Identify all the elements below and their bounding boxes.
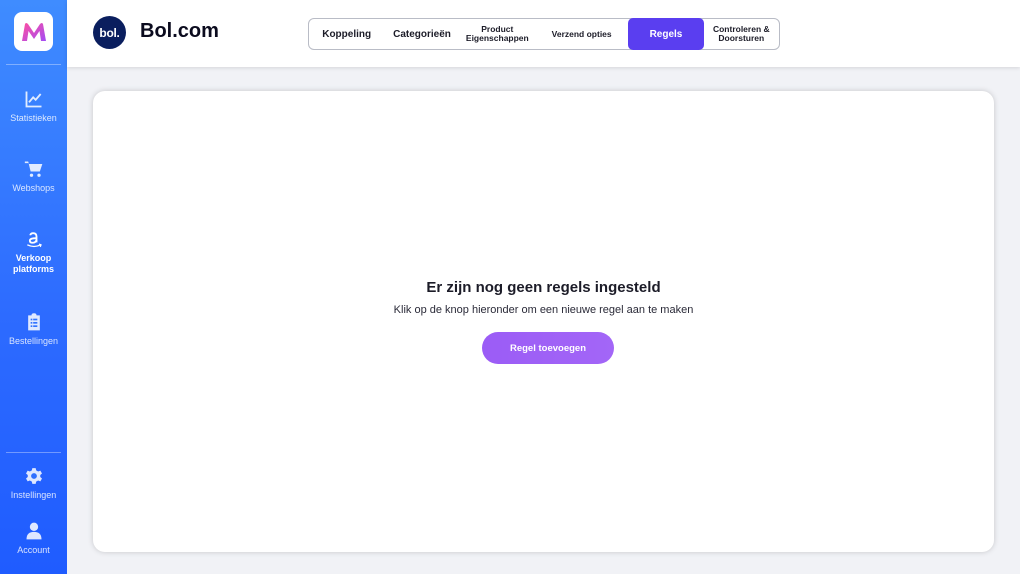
cart-icon — [23, 158, 45, 180]
tab-controleren-doorsturen[interactable]: Controleren & Doorsturen — [704, 19, 779, 49]
sidebar-item-label: Statistieken — [10, 113, 57, 123]
top-header: bol. Bol.com Koppeling Categorieën Produ… — [67, 0, 1020, 67]
sidebar-item-account[interactable]: Account — [0, 520, 67, 556]
tab-product-eigenschappen[interactable]: Product Eigenschappen — [460, 19, 535, 49]
sidebar-item-bestellingen[interactable]: Bestellingen — [0, 311, 67, 347]
tab-verzend-opties[interactable]: Verzend opties — [535, 19, 628, 49]
sidebar-item-label: Instellingen — [10, 490, 57, 500]
sidebar-item-label: Verkoop platforms — [12, 253, 54, 274]
sidebar-item-label: Bestellingen — [8, 336, 59, 346]
sidebar-item-label: Webshops — [12, 183, 55, 193]
sidebar-item-label: Account — [17, 545, 50, 555]
m-logo-icon — [21, 22, 46, 41]
user-icon — [23, 520, 45, 542]
sidebar: Statistieken Webshops Verkoop platforms — [0, 0, 67, 574]
sidebar-item-verkoop-platforms[interactable]: Verkoop platforms — [0, 228, 67, 275]
add-rule-button[interactable]: Regel toevoegen — [482, 332, 614, 364]
step-tabs: Koppeling Categorieën Product Eigenschap… — [308, 18, 780, 50]
sidebar-item-instellingen[interactable]: Instellingen — [0, 465, 67, 501]
rules-card: Er zijn nog geen regels ingesteld Klik o… — [93, 91, 994, 552]
tab-categorieen[interactable]: Categorieën — [384, 19, 459, 49]
bol-logo: bol. — [93, 16, 126, 49]
brand-name: Bol.com — [140, 20, 219, 42]
sidebar-item-statistieken[interactable]: Statistieken — [0, 88, 67, 124]
clipboard-list-icon — [23, 311, 45, 333]
amazon-icon — [23, 228, 45, 250]
tab-koppeling[interactable]: Koppeling — [309, 19, 384, 49]
sidebar-divider — [6, 64, 61, 65]
app-logo[interactable] — [14, 12, 53, 51]
sidebar-divider — [6, 452, 61, 453]
sidebar-item-webshops[interactable]: Webshops — [0, 158, 67, 194]
empty-state-title: Er zijn nog geen regels ingesteld — [426, 279, 661, 296]
chart-line-icon — [23, 88, 45, 110]
bol-logo-text: bol. — [99, 25, 120, 40]
gear-icon — [23, 465, 45, 487]
tab-regels[interactable]: Regels — [628, 18, 704, 50]
empty-state-subtitle: Klik op de knop hieronder om een nieuwe … — [393, 304, 694, 316]
